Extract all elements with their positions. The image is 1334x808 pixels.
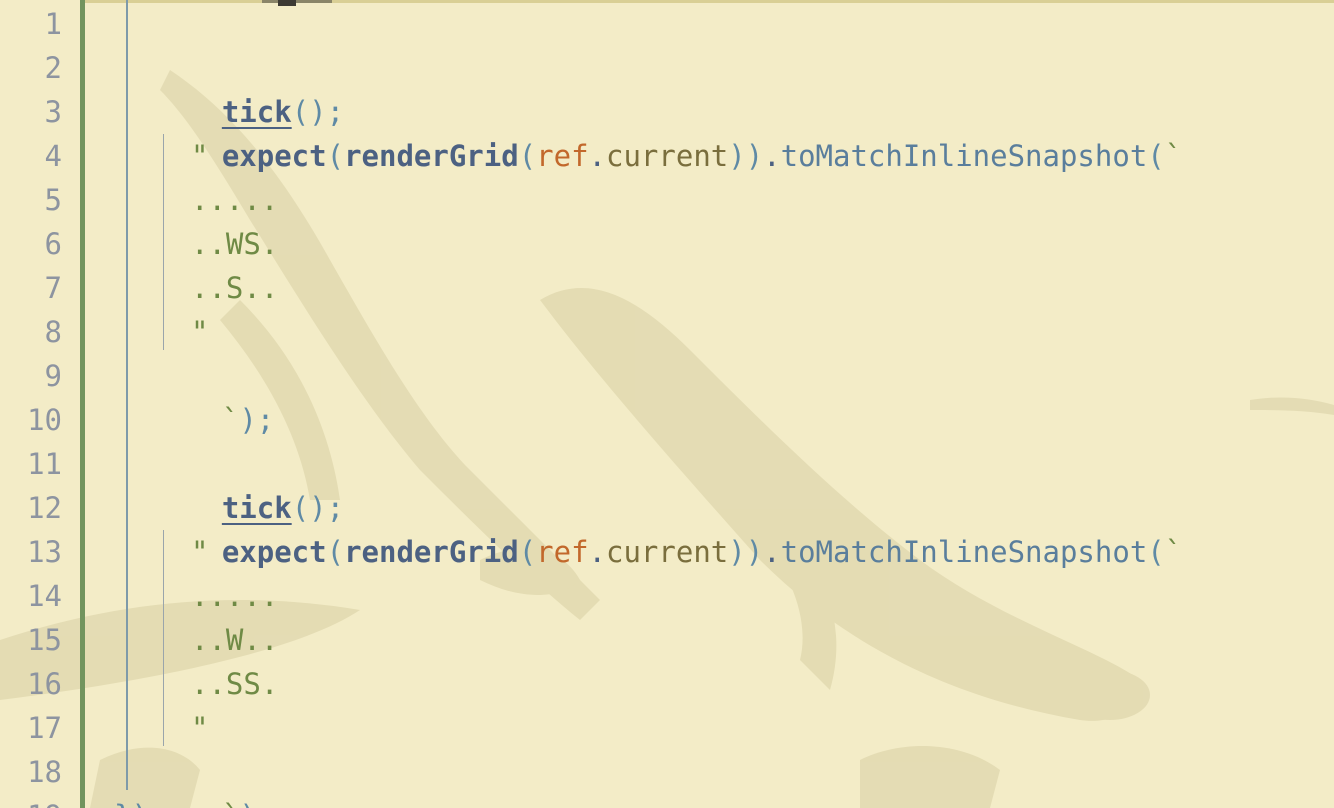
code-editor[interactable]: 1 2 3 4 5 6 7 8 9 10 11 12 13 14 15 16 1… [0, 0, 1334, 808]
indent-guide [126, 0, 128, 790]
dot: . [763, 139, 781, 173]
previous-line-fragment [262, 0, 332, 3]
git-change-indicator [80, 0, 85, 808]
dot: . [763, 535, 781, 569]
to-match-inline-snapshot-method[interactable]: toMatchInlineSnapshot [781, 535, 1148, 569]
code-line-close[interactable]: `); [152, 354, 274, 437]
snapshot-line: ..WS. [191, 227, 279, 261]
line-number: 7 [44, 271, 62, 305]
line-number: 6 [44, 227, 62, 261]
paren: ( [326, 535, 345, 569]
code-line-block-end[interactable]: }); [114, 794, 166, 808]
line-number: 17 [27, 711, 62, 745]
line-number: 13 [27, 535, 62, 569]
snapshot-line: ..SS. [191, 667, 279, 701]
line-number: 2 [44, 51, 62, 85]
template-backtick: ` [222, 799, 239, 808]
snapshot-line: " [191, 315, 209, 349]
snapshot-line: " [191, 139, 209, 173]
line-number: 10 [27, 403, 62, 437]
line-number: 4 [44, 139, 62, 173]
code-line-tick[interactable]: tick(); [152, 46, 344, 129]
line-number: 11 [27, 447, 62, 481]
ref-identifier[interactable]: ref [536, 139, 588, 173]
line-number: 16 [27, 667, 62, 701]
paren: ( [326, 139, 345, 173]
render-grid-function[interactable]: renderGrid [344, 535, 519, 569]
paren: ( [518, 139, 537, 173]
paren: )) [728, 535, 764, 569]
template-backtick: ` [1164, 139, 1183, 173]
code-line-expect[interactable]: expect(renderGrid(ref.current)).toMatchI… [152, 90, 1182, 173]
dot: . [588, 535, 607, 569]
line-number: 14 [27, 579, 62, 613]
line-number: 12 [27, 491, 62, 525]
template-backtick: ` [1164, 535, 1183, 569]
paren: ( [1147, 139, 1165, 173]
expect-function[interactable]: expect [222, 535, 327, 569]
line-number: 15 [27, 623, 62, 657]
paren: ( [1147, 535, 1165, 569]
close-paren: ); [239, 799, 274, 808]
to-match-inline-snapshot-method[interactable]: toMatchInlineSnapshot [781, 139, 1148, 173]
snapshot-line: ..W.. [191, 623, 279, 657]
line-number: 1 [44, 7, 62, 41]
snapshot-line: ..... [191, 579, 279, 613]
render-grid-function[interactable]: renderGrid [344, 139, 519, 173]
template-backtick: ` [221, 403, 240, 437]
snapshot-line: " [191, 711, 209, 745]
text-cursor [278, 0, 296, 6]
ref-identifier[interactable]: ref [536, 535, 588, 569]
paren: )) [728, 139, 764, 173]
snapshot-line: ..... [191, 183, 279, 217]
code-line-tick[interactable]: tick(); [152, 442, 344, 525]
current-property[interactable]: current [606, 535, 728, 569]
line-number: 19 [0, 794, 62, 808]
line-number: 18 [27, 755, 62, 789]
line-number: 5 [44, 183, 62, 217]
line-number: 3 [44, 95, 62, 129]
code-line-close[interactable]: `); [152, 750, 274, 808]
line-number: 8 [44, 315, 62, 349]
current-property[interactable]: current [606, 139, 728, 173]
snapshot-line: ..S.. [191, 271, 279, 305]
dot: . [588, 139, 607, 173]
line-number: 9 [44, 359, 62, 393]
close-paren: ); [239, 403, 275, 437]
snapshot-line: " [191, 535, 209, 569]
expect-function[interactable]: expect [222, 139, 327, 173]
code-line-expect[interactable]: expect(renderGrid(ref.current)).toMatchI… [152, 486, 1182, 569]
paren: ( [518, 535, 537, 569]
